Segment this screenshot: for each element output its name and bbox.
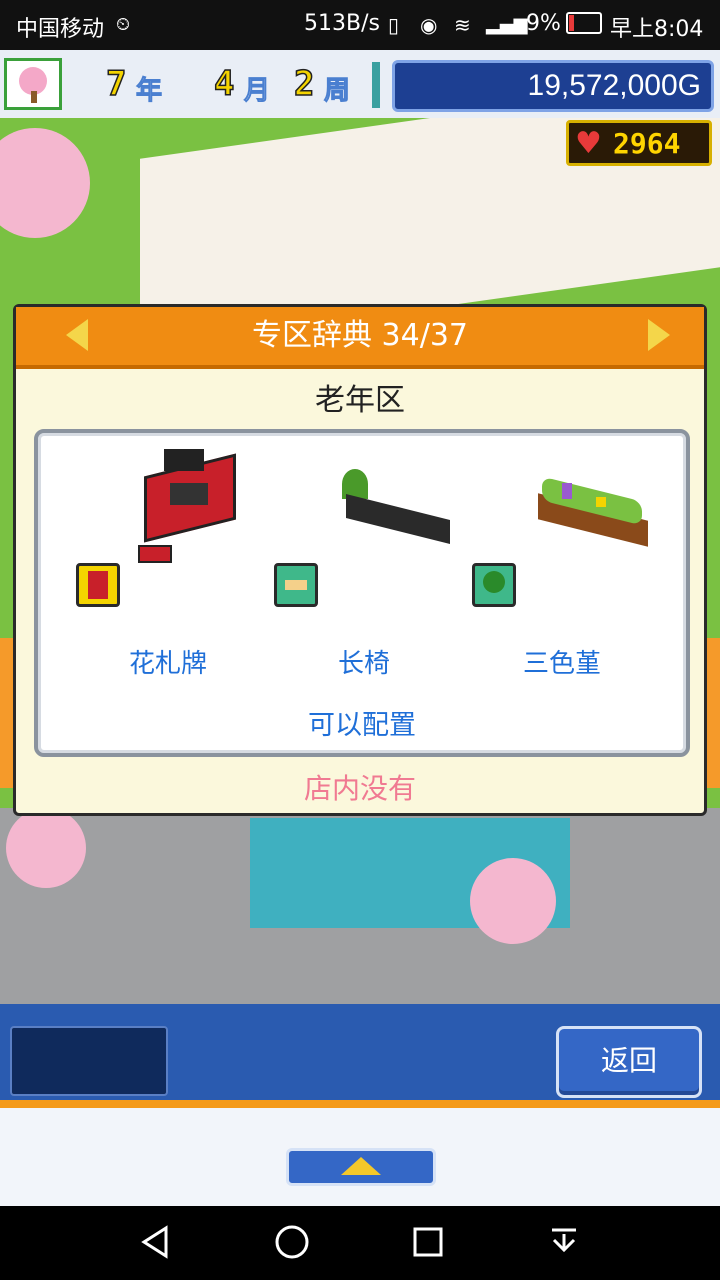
money-display: 19,572,000G bbox=[392, 60, 714, 112]
cherry-tree bbox=[6, 808, 86, 888]
dialog-header: 专区辞典 34/37 bbox=[16, 307, 704, 369]
signal-icon: ▂▄▆ bbox=[486, 14, 528, 35]
network-speed: 513B/s bbox=[304, 11, 380, 36]
not-in-store-status: 店内没有 bbox=[303, 772, 416, 805]
wifi-icon: ≋ bbox=[454, 13, 471, 37]
battery-icon bbox=[566, 12, 602, 34]
alarm-icon: ⏲ bbox=[116, 14, 131, 35]
zone-dictionary-dialog: 专区辞典 34/37 老年区 花札牌 长椅 三色堇 可以配置 店内没有 bbox=[13, 304, 707, 816]
empty-slot bbox=[10, 1026, 168, 1096]
year-number: 7 bbox=[105, 63, 127, 105]
cherry-tree bbox=[0, 128, 90, 238]
bench-category-icon bbox=[274, 563, 318, 607]
back-nav-icon[interactable] bbox=[136, 1222, 176, 1262]
up-arrow-icon bbox=[341, 1157, 381, 1175]
next-page-arrow-icon[interactable] bbox=[648, 319, 670, 351]
week-unit: 周 bbox=[323, 76, 351, 107]
popularity-value: 2964 bbox=[613, 127, 681, 160]
system-navigation-bar bbox=[0, 1206, 720, 1280]
hud-divider bbox=[372, 62, 380, 108]
placeable-status: 可以配置 bbox=[308, 710, 416, 741]
month-unit: 月 bbox=[243, 76, 271, 107]
week-number: 2 bbox=[293, 63, 315, 105]
machine-category-icon bbox=[76, 563, 120, 607]
heart-icon: ♥ bbox=[575, 126, 602, 161]
item-label-bench: 长椅 bbox=[337, 649, 390, 679]
season-thumbnail[interactable] bbox=[4, 58, 62, 110]
system-status-bar: 中国移动 ⏲ 513B/s ▯ ◉ ≋ ▂▄▆ 9% 早上8:04 bbox=[0, 0, 720, 50]
clock: 早上8:04 bbox=[610, 17, 704, 42]
item-label-pansy: 三色堇 bbox=[522, 649, 601, 679]
item-label-hanafuda: 花札牌 bbox=[128, 649, 207, 679]
vibrate-icon: ▯ bbox=[388, 13, 400, 37]
expand-menu-button[interactable] bbox=[286, 1148, 436, 1186]
year-unit: 年 bbox=[135, 76, 163, 107]
flower-planter-icon bbox=[532, 476, 652, 573]
zone-name: 老年区 bbox=[315, 383, 405, 418]
dialog-title: 专区辞典 34/37 bbox=[252, 318, 468, 353]
bench-icon bbox=[332, 463, 452, 567]
notification-pulldown-icon[interactable] bbox=[544, 1222, 584, 1262]
carrier-label: 中国移动 bbox=[16, 17, 105, 42]
back-button[interactable]: 返回 bbox=[556, 1026, 702, 1098]
tree-category-icon bbox=[472, 563, 516, 607]
month-number: 4 bbox=[213, 63, 235, 105]
required-items-panel: 花札牌 长椅 三色堇 可以配置 bbox=[34, 429, 690, 757]
arcade-cabinet-icon bbox=[134, 445, 238, 563]
eye-comfort-icon: ◉ bbox=[420, 13, 438, 37]
home-nav-icon[interactable] bbox=[272, 1222, 312, 1262]
cherry-tree bbox=[470, 858, 556, 944]
popularity-counter: ♥ 2964 bbox=[566, 120, 712, 166]
recents-nav-icon[interactable] bbox=[408, 1222, 448, 1262]
battery-percent: 9% bbox=[526, 11, 561, 36]
